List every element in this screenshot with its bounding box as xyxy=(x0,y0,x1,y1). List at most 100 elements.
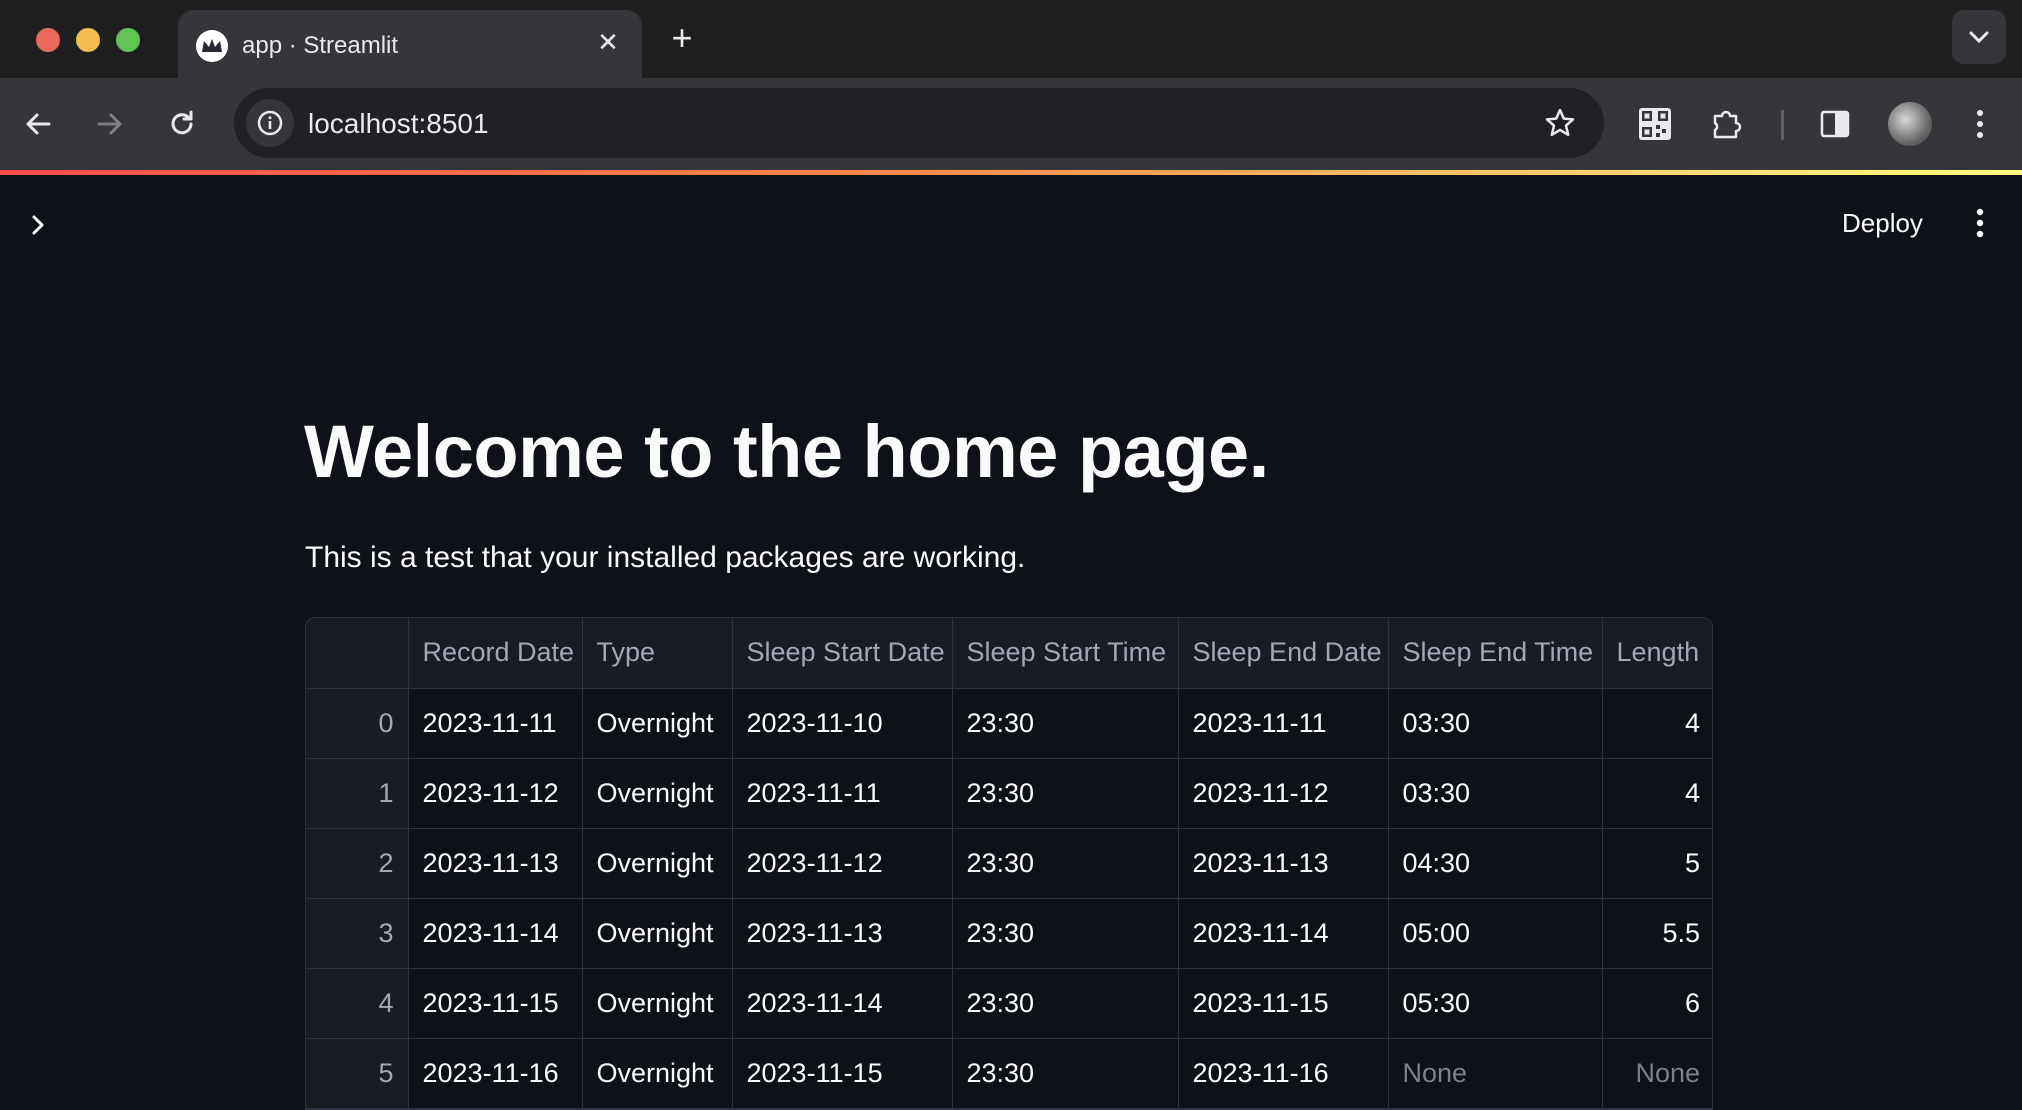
side-panel-button[interactable] xyxy=(1811,100,1859,148)
reload-icon xyxy=(171,110,193,135)
table-cell[interactable]: 2023-11-12 xyxy=(408,758,583,829)
table-cell[interactable]: 4 xyxy=(1602,688,1712,759)
streamlit-app: Deploy Welcome to the home page. This is… xyxy=(0,175,2022,1110)
window-close-button[interactable] xyxy=(36,28,60,52)
table-cell[interactable]: Overnight xyxy=(582,758,733,829)
table-cell[interactable]: 03:30 xyxy=(1388,688,1603,759)
table-cell[interactable]: 05:00 xyxy=(1388,898,1603,969)
chevron-down-icon xyxy=(1969,31,1989,44)
table-cell[interactable]: 2023-11-15 xyxy=(1178,968,1389,1039)
column-header-sleep-end-time[interactable]: Sleep End Time xyxy=(1388,618,1603,689)
table-cell[interactable]: 23:30 xyxy=(952,688,1179,759)
column-header-record-date[interactable]: Record Date xyxy=(408,618,583,689)
back-button[interactable] xyxy=(14,100,62,148)
bookmark-star-icon[interactable] xyxy=(1538,101,1582,145)
vertical-dots-icon xyxy=(1977,110,1983,138)
forward-button[interactable] xyxy=(86,100,134,148)
table-cell[interactable]: 2023-11-10 xyxy=(732,688,953,759)
table-cell[interactable]: 2023-11-15 xyxy=(408,968,583,1039)
browser-toolbar: localhost:8501 xyxy=(0,78,2022,172)
puzzle-piece-icon xyxy=(1713,110,1742,139)
table-row: 1 2023-11-12 Overnight 2023-11-11 23:30 … xyxy=(306,758,1712,829)
extensions-button[interactable] xyxy=(1704,100,1752,148)
main-menu-button[interactable] xyxy=(1962,201,1998,245)
table-cell[interactable]: 2023-11-13 xyxy=(408,828,583,899)
table-cell[interactable]: 2023-11-13 xyxy=(732,898,953,969)
deploy-button[interactable]: Deploy xyxy=(1830,203,1935,243)
column-header-sleep-start-date[interactable]: Sleep Start Date xyxy=(732,618,953,689)
vertical-dots-icon xyxy=(1976,208,1984,238)
table-row: 0 2023-11-11 Overnight 2023-11-10 23:30 … xyxy=(306,688,1712,759)
tab-close-icon[interactable]: ✕ xyxy=(592,26,624,58)
column-header-length[interactable]: Length xyxy=(1602,618,1712,689)
column-header-type[interactable]: Type xyxy=(582,618,733,689)
table-cell[interactable]: 5.5 xyxy=(1602,898,1712,969)
profile-avatar[interactable] xyxy=(1888,102,1932,146)
dataframe[interactable]: Record Date Type Sleep Start Date Sleep … xyxy=(305,617,1713,1110)
reload-button[interactable] xyxy=(158,100,206,148)
table-cell[interactable]: 2023-11-12 xyxy=(1178,758,1389,829)
table-cell[interactable]: 2023-11-11 xyxy=(732,758,953,829)
side-panel-icon xyxy=(1820,110,1850,138)
table-row: 5 2023-11-16 Overnight 2023-11-15 23:30 … xyxy=(306,1038,1712,1109)
table-row: 3 2023-11-14 Overnight 2023-11-13 23:30 … xyxy=(306,898,1712,969)
table-cell[interactable]: 4 xyxy=(1602,758,1712,829)
streamlit-crown-icon xyxy=(196,30,228,62)
table-cell-null[interactable]: None xyxy=(1388,1038,1603,1109)
table-header-row: Record Date Type Sleep Start Date Sleep … xyxy=(306,618,1712,689)
table-cell[interactable]: 23:30 xyxy=(952,968,1179,1039)
column-header-index xyxy=(306,618,409,689)
row-index: 5 xyxy=(306,1038,409,1109)
table-cell-null[interactable]: None xyxy=(1602,1038,1712,1109)
table-cell[interactable]: 5 xyxy=(1602,828,1712,899)
row-index: 2 xyxy=(306,828,409,899)
table-cell[interactable]: 2023-11-16 xyxy=(1178,1038,1389,1109)
back-arrow-icon xyxy=(26,113,51,135)
table-cell[interactable]: 2023-11-14 xyxy=(408,898,583,969)
table-cell[interactable]: 2023-11-15 xyxy=(732,1038,953,1109)
table-cell[interactable]: Overnight xyxy=(582,968,733,1039)
table-cell[interactable]: 6 xyxy=(1602,968,1712,1039)
table-cell[interactable]: 2023-11-11 xyxy=(408,688,583,759)
site-info-icon[interactable] xyxy=(246,99,294,147)
qr-code-button[interactable] xyxy=(1631,100,1679,148)
table-row: 2 2023-11-13 Overnight 2023-11-12 23:30 … xyxy=(306,828,1712,899)
table-cell[interactable]: 2023-11-16 xyxy=(408,1038,583,1109)
forward-arrow-icon xyxy=(97,113,122,135)
table-cell[interactable]: 2023-11-13 xyxy=(1178,828,1389,899)
table-cell[interactable]: 23:30 xyxy=(952,828,1179,899)
window-zoom-button[interactable] xyxy=(116,28,140,52)
column-header-sleep-start-time[interactable]: Sleep Start Time xyxy=(952,618,1179,689)
table-cell[interactable]: 23:30 xyxy=(952,758,1179,829)
table-cell[interactable]: Overnight xyxy=(582,688,733,759)
table-cell[interactable]: 2023-11-11 xyxy=(1178,688,1389,759)
window-minimize-button[interactable] xyxy=(76,28,100,52)
table-cell[interactable]: 2023-11-12 xyxy=(732,828,953,899)
table-cell[interactable]: Overnight xyxy=(582,898,733,969)
table-cell[interactable]: 05:30 xyxy=(1388,968,1603,1039)
new-tab-button[interactable]: + xyxy=(664,18,700,58)
table-cell[interactable]: 23:30 xyxy=(952,1038,1179,1109)
url-text[interactable]: localhost:8501 xyxy=(308,108,489,140)
browser-tab-active[interactable]: app · Streamlit ✕ xyxy=(178,10,642,78)
qr-code-icon xyxy=(1639,108,1671,140)
table-cell[interactable]: 03:30 xyxy=(1388,758,1603,829)
toolbar-separator xyxy=(1781,110,1784,140)
sidebar-expand-button[interactable] xyxy=(20,207,56,243)
table-cell[interactable]: Overnight xyxy=(582,828,733,899)
table-cell[interactable]: 2023-11-14 xyxy=(732,968,953,1039)
browser-menu-button[interactable] xyxy=(1956,100,2004,148)
column-header-sleep-end-date[interactable]: Sleep End Date xyxy=(1178,618,1389,689)
row-index: 4 xyxy=(306,968,409,1039)
tab-search-button[interactable] xyxy=(1952,10,2006,64)
address-bar[interactable]: localhost:8501 xyxy=(234,88,1604,158)
tab-title: app · Streamlit xyxy=(242,32,399,59)
row-index: 0 xyxy=(306,688,409,759)
table-cell[interactable]: Overnight xyxy=(582,1038,733,1109)
browser-tab-bar: app · Streamlit ✕ + xyxy=(0,0,2022,78)
table-cell[interactable]: 23:30 xyxy=(952,898,1179,969)
table-cell[interactable]: 2023-11-14 xyxy=(1178,898,1389,969)
table-cell[interactable]: 04:30 xyxy=(1388,828,1603,899)
page-title: Welcome to the home page. xyxy=(304,410,1269,493)
dataframe-table: Record Date Type Sleep Start Date Sleep … xyxy=(306,618,1712,1109)
